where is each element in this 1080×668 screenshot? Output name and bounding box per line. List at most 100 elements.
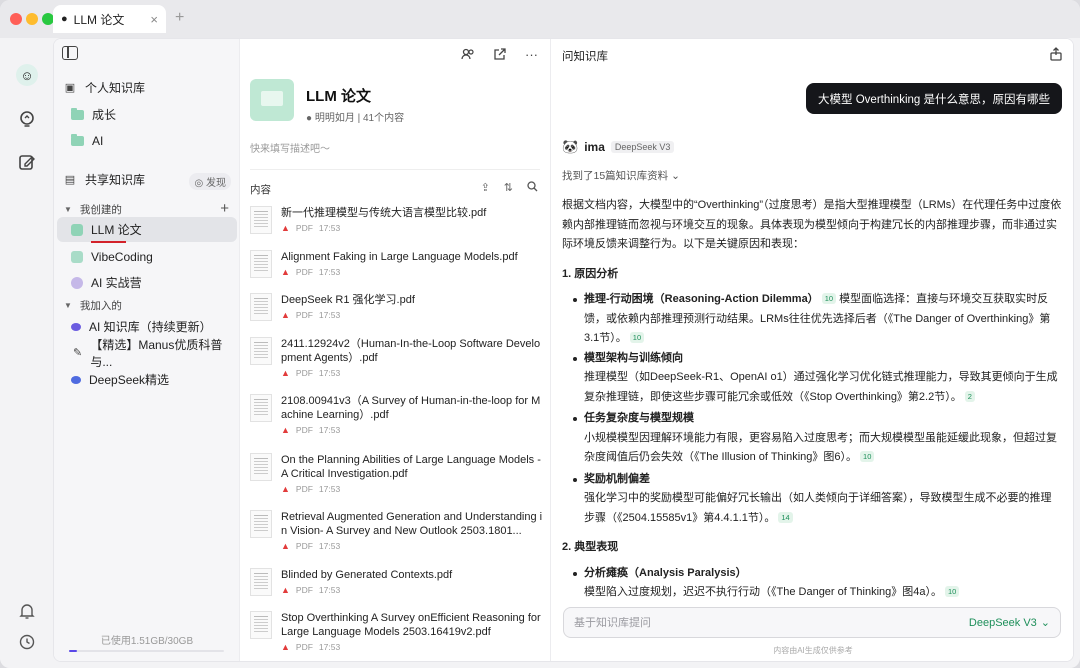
- file-type: PDF: [295, 425, 313, 435]
- file-type: PDF: [295, 223, 313, 233]
- file-thumbnail: [250, 453, 272, 481]
- citation-badge[interactable]: 2: [964, 390, 975, 402]
- sort-icon[interactable]: ⇅: [504, 181, 513, 195]
- bullet-text: 小规模模型因理解环境能力有限，更容易陷入过度思考；而大规模模型虽能延缓此现象，但…: [584, 431, 1057, 464]
- file-type: PDF: [295, 642, 313, 652]
- answer-bullet: 推理-行动困境（Reasoning-Action Dilemma） 10 模型面临…: [562, 290, 1062, 349]
- citation-badge[interactable]: 14: [778, 511, 793, 523]
- answer-intro: 根据文档内容，大模型中的“Overthinking”（过度思考）是指大型推理模型…: [562, 199, 1062, 250]
- sidebar-item-manus[interactable]: ✎ 【精选】Manus优质科普与...: [57, 338, 237, 369]
- more-icon[interactable]: ···: [525, 47, 538, 64]
- bot-model-tag: DeepSeek V3: [610, 141, 675, 153]
- storage-bar: [69, 650, 224, 652]
- edit-icon[interactable]: [16, 151, 38, 173]
- kb-icon: [71, 250, 83, 263]
- file-name: 2108.00941v3（A Survey of Human-in-the-lo…: [281, 395, 541, 421]
- bullet-title: 推理-行动困境（Reasoning-Action Dilemma）: [584, 293, 819, 305]
- app-window: ● LLM 论文 × + ☺ ▣ 个人知识库 成长 AI ▤ 共享知识库 ◎ 发…: [0, 0, 1080, 668]
- share-icon[interactable]: [493, 47, 507, 64]
- file-time: 17:53: [318, 267, 341, 277]
- answer-bullet: 任务复杂度与模型规模: [562, 409, 1062, 429]
- export-icon[interactable]: [1049, 47, 1063, 64]
- sidebar-item-llm-papers[interactable]: LLM 论文: [57, 217, 237, 242]
- chevron-down-icon: ▼: [64, 205, 72, 214]
- sidebar-item-deepseek[interactable]: DeepSeek精选: [57, 367, 237, 392]
- citation-badge[interactable]: 10: [860, 451, 875, 462]
- model-select-label: DeepSeek V3: [968, 616, 1037, 629]
- add-kb-button[interactable]: +: [220, 200, 229, 217]
- members-icon[interactable]: [461, 47, 475, 64]
- file-meta: ▲ PDF 17:53: [281, 425, 340, 435]
- file-meta: ▲ PDF 17:53: [281, 368, 340, 378]
- minimize-window-button[interactable]: [26, 13, 38, 25]
- citation-badge[interactable]: 10: [629, 332, 645, 343]
- file-thumbnail: [250, 568, 272, 596]
- storage-usage-text: 已使用1.51GB/30GB: [100, 636, 194, 647]
- divider: [250, 169, 540, 170]
- file-thumbnail: [250, 510, 272, 538]
- sources-found-toggle[interactable]: 找到了15篇知识库资料 ⌄: [562, 168, 680, 183]
- pdf-icon: ▲: [281, 585, 290, 595]
- kb-description-input[interactable]: 快来填写描述吧～: [250, 140, 330, 155]
- avatar[interactable]: ☺: [16, 64, 38, 86]
- kb-icon: [71, 322, 81, 331]
- search-icon[interactable]: [527, 181, 538, 195]
- answer-bullet: 分析瘫痪（Analysis Paralysis）: [562, 564, 1062, 584]
- sources-found-text: 找到了15篇知识库资料: [562, 170, 669, 182]
- file-name: DeepSeek R1 强化学习.pdf: [281, 294, 415, 306]
- citation-badge[interactable]: 10: [821, 293, 837, 304]
- file-time: 17:53: [318, 425, 341, 435]
- file-name: Retrieval Augmented Generation and Under…: [281, 511, 543, 537]
- answer-bullet: 奖励机制偏差: [562, 470, 1062, 490]
- title-bar: ● LLM 论文 × +: [0, 0, 1080, 38]
- chevron-down-icon: ⌄: [1040, 617, 1050, 629]
- kb-icon: [71, 223, 83, 236]
- bot-answer: 根据文档内容，大模型中的“Overthinking”（过度思考）是指大型推理模型…: [562, 196, 1062, 605]
- new-tab-button[interactable]: +: [175, 9, 184, 27]
- upload-icon[interactable]: ⇪: [481, 181, 490, 195]
- sidebar-item-label: AI 实战营: [91, 276, 142, 290]
- joined-section[interactable]: ▼ 我加入的: [64, 298, 122, 313]
- created-by-me-section[interactable]: ▼ 我创建的: [64, 202, 122, 217]
- joined-label: 我加入的: [79, 300, 122, 312]
- file-time: 17:53: [318, 484, 341, 494]
- file-type: PDF: [295, 484, 313, 494]
- browser-tab[interactable]: ● LLM 论文 ×: [53, 5, 166, 33]
- lightbulb-icon[interactable]: [16, 108, 38, 130]
- sidebar-item-ai-camp[interactable]: AI 实战营: [57, 270, 237, 295]
- sidebar-item-ai[interactable]: AI: [57, 128, 237, 153]
- question-input-box: DeepSeek V3⌄: [563, 607, 1061, 638]
- bullet-text: 强化学习中的奖励模型可能偏好冗长输出（如人类倾向于详细答案），导致模型生成不必要…: [584, 492, 1052, 524]
- pdf-icon: ▲: [281, 223, 290, 233]
- discover-button[interactable]: ◎ 发现: [189, 173, 231, 190]
- close-window-button[interactable]: [10, 13, 22, 25]
- bullet-body: 模型陷入过度规划，迟迟不执行行动（《The Danger of Thinking…: [562, 583, 1062, 603]
- model-select[interactable]: DeepSeek V3 ⌄: [968, 616, 1050, 630]
- sidebar-toggle-icon[interactable]: [62, 46, 78, 60]
- sidebar-item-vibecoding[interactable]: VibeCoding: [57, 244, 237, 269]
- sidebar-item-label: VibeCoding: [91, 249, 153, 264]
- file-name: 新一代推理模型与传统大语言模型比较.pdf: [281, 207, 487, 219]
- bell-icon[interactable]: [16, 600, 38, 622]
- tab-close-icon[interactable]: ×: [150, 12, 158, 27]
- ai-disclaimer: 内容由AI生成仅供参考: [773, 646, 853, 655]
- question-input[interactable]: [574, 616, 969, 629]
- kb-icon: [71, 375, 81, 384]
- sidebar-item-growth[interactable]: 成长: [57, 102, 237, 127]
- file-thumbnail: [250, 206, 272, 234]
- pdf-icon: ▲: [281, 541, 290, 551]
- file-meta: ▲ PDF 17:53: [281, 541, 340, 551]
- citation-badge[interactable]: 10: [945, 586, 960, 597]
- file-time: 17:53: [318, 585, 341, 595]
- file-name: Blinded by Generated Contexts.pdf: [281, 569, 453, 581]
- file-time: 17:53: [318, 310, 341, 320]
- personal-kb-header[interactable]: ▣ 个人知识库: [57, 75, 237, 100]
- pdf-icon: ▲: [281, 368, 290, 378]
- file-type: PDF: [295, 541, 313, 551]
- bullet-title: 模型架构与训练倾向: [584, 351, 683, 364]
- file-thumbnail: [250, 337, 272, 365]
- pdf-icon: ▲: [281, 484, 290, 494]
- history-clock-icon[interactable]: [16, 631, 38, 653]
- file-type: PDF: [295, 368, 313, 378]
- bot-header: 🐼 ima DeepSeek V3: [562, 139, 675, 155]
